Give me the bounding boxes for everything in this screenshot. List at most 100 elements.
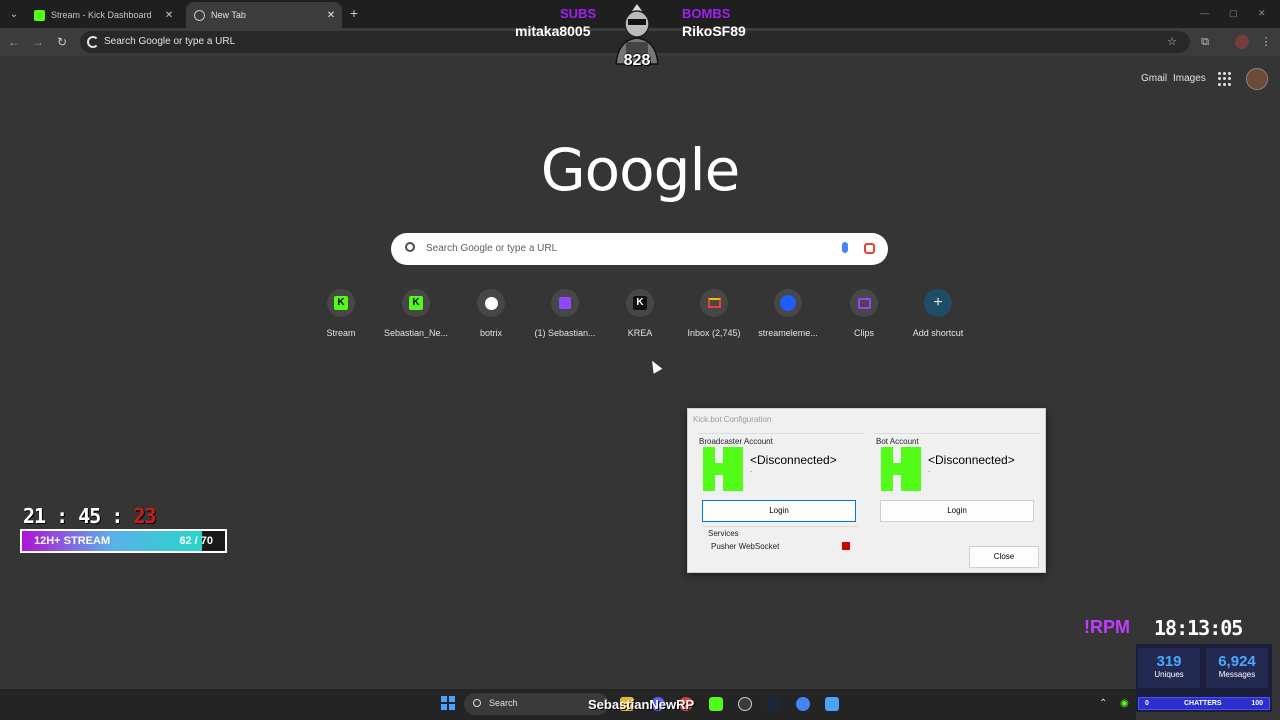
bookmark-star-icon[interactable]: ☆ [1165, 35, 1179, 49]
back-icon[interactable]: ← [6, 34, 22, 50]
profile-avatar[interactable] [1235, 35, 1249, 49]
streamelements-icon [780, 295, 796, 311]
stream-goal-label: 12H+ STREAM [34, 535, 111, 547]
tray-chevron-icon[interactable]: ⌃ [1099, 698, 1107, 709]
twitch-icon [559, 297, 571, 309]
minimize-icon[interactable]: — [1200, 8, 1209, 18]
tab-kick-dashboard[interactable]: Stream - Kick Dashboard ✕ [26, 2, 180, 28]
close-window-icon[interactable]: ✕ [1258, 8, 1266, 19]
shortcut-streamelements[interactable]: streameleme... [750, 289, 826, 338]
clips-icon [857, 297, 871, 309]
account-avatar[interactable] [1246, 68, 1268, 90]
kick-icon: K [409, 296, 423, 310]
krea-icon: K [633, 296, 647, 310]
top-bomb-name: RikoSF89 [682, 23, 746, 39]
services-title: Services [708, 529, 739, 538]
messages-box: 6,924 Messages [1206, 648, 1268, 688]
chatters-min: 0 [1145, 700, 1149, 707]
extensions-icon[interactable]: ⧉ [1198, 35, 1212, 49]
shortcut-botrix[interactable]: botrix [453, 289, 529, 338]
images-link[interactable]: Images [1173, 73, 1206, 84]
bot-login-button[interactable]: Login [880, 500, 1034, 522]
messages-label: Messages [1218, 670, 1256, 679]
stream-goal-bar: 12H+ STREAM 62 / 70 [20, 529, 227, 553]
tab-search-chevron-icon[interactable]: ⌄ [6, 6, 22, 22]
tab-title: New Tab [211, 10, 246, 20]
google-search-box[interactable]: Search Google or type a URL [391, 233, 888, 265]
close-tab-icon[interactable]: ✕ [162, 10, 176, 21]
add-shortcut-button[interactable]: + Add shortcut [900, 289, 976, 338]
kick-logo [881, 447, 921, 491]
address-bar-placeholder[interactable]: Search Google or type a URL [104, 36, 235, 47]
shortcut-stream[interactable]: K Stream [303, 289, 379, 338]
shortcut-label: (1) Sebastian... [534, 328, 596, 338]
steam-icon[interactable] [766, 697, 780, 711]
stream-goal-count: 62 / 70 [179, 535, 213, 547]
reload-icon[interactable]: ↻ [54, 34, 70, 50]
bot-sub: - [928, 469, 931, 476]
dialog-title: Kick.bot Configuration [693, 415, 772, 424]
uniques-box: 319 Uniques [1138, 648, 1200, 688]
microphone-icon[interactable] [842, 242, 848, 253]
subs-label: SUBS [560, 6, 597, 21]
new-tab-button[interactable]: + [346, 5, 362, 21]
close-tab-icon[interactable]: ✕ [324, 10, 338, 21]
gmail-link[interactable]: Gmail [1141, 73, 1167, 84]
service-status-indicator [842, 542, 850, 550]
globe-icon [194, 9, 205, 21]
broadcaster-status: <Disconnected> [750, 453, 837, 467]
shortcut-label: KREA [627, 328, 653, 338]
maximize-icon[interactable]: ▢ [1229, 8, 1238, 19]
shortcut-label: botrix [479, 328, 502, 338]
google-lens-icon[interactable] [864, 243, 875, 254]
bot-status: <Disconnected> [928, 453, 1015, 467]
shortcut-label: streameleme... [758, 328, 818, 338]
service-name: Pusher WebSocket [711, 542, 780, 551]
kickbot-app-icon[interactable] [825, 697, 839, 711]
timer-minutes: 45 [78, 504, 101, 528]
obs-icon[interactable] [738, 697, 752, 711]
stream-clock: 18:13:05 [1154, 616, 1243, 640]
timer-seconds: 23 [133, 504, 156, 528]
search-icon [405, 242, 415, 252]
windows-start-icon[interactable] [441, 696, 455, 710]
tray-app-icon[interactable]: ◉ [1120, 698, 1129, 709]
chrome-icon[interactable] [796, 697, 810, 711]
plus-icon: + [933, 294, 943, 311]
uniques-label: Uniques [1154, 670, 1184, 679]
services-group: Services Pusher WebSocket [703, 526, 858, 560]
tab-new-tab[interactable]: New Tab ✕ [186, 2, 342, 28]
chatters-max: 100 [1251, 700, 1263, 707]
group-title: Broadcaster Account [699, 437, 773, 446]
chatters-bar: 0 CHATTERS 100 [1138, 697, 1270, 710]
shortcut-label: Inbox (2,745) [687, 328, 741, 338]
shortcut-krea[interactable]: K KREA [602, 289, 678, 338]
group-title: Bot Account [876, 437, 919, 446]
forward-icon[interactable]: → [30, 34, 46, 50]
shortcut-clips[interactable]: Clips [826, 289, 902, 338]
taskbar-search-label: Search [489, 698, 518, 708]
search-placeholder[interactable]: Search Google or type a URL [426, 243, 557, 254]
google-apps-icon[interactable] [1218, 72, 1232, 86]
close-button[interactable]: Close [969, 546, 1039, 568]
shortcut-gmail[interactable]: Inbox (2,745) [676, 289, 752, 338]
shortcut-sebastian-kick[interactable]: K Sebastian_Ne... [378, 289, 454, 338]
mascot-counter: 828 [623, 52, 651, 69]
gmail-icon [707, 298, 721, 308]
kick-app-icon[interactable] [709, 697, 723, 711]
shortcut-twitch[interactable]: (1) Sebastian... [527, 289, 603, 338]
search-icon [473, 699, 481, 707]
google-g-icon [87, 36, 99, 48]
timer-hours: 21 [23, 504, 46, 528]
stream-timer: 21 : 45 : 23 [23, 504, 157, 528]
broadcaster-sub: - [750, 469, 753, 476]
top-sub-name: mitaka8005 [515, 23, 591, 39]
broadcaster-login-button[interactable]: Login [702, 500, 856, 522]
shortcut-label: Sebastian_Ne... [383, 328, 449, 338]
mouse-cursor-icon [647, 358, 663, 374]
google-logo: Google [540, 136, 741, 204]
messages-value: 6,924 [1218, 653, 1256, 670]
more-menu-icon[interactable]: ⋮ [1259, 35, 1273, 49]
shortcut-label: Stream [326, 328, 356, 338]
kickbot-config-dialog: Kick.bot Configuration Broadcaster Accou… [687, 408, 1046, 573]
